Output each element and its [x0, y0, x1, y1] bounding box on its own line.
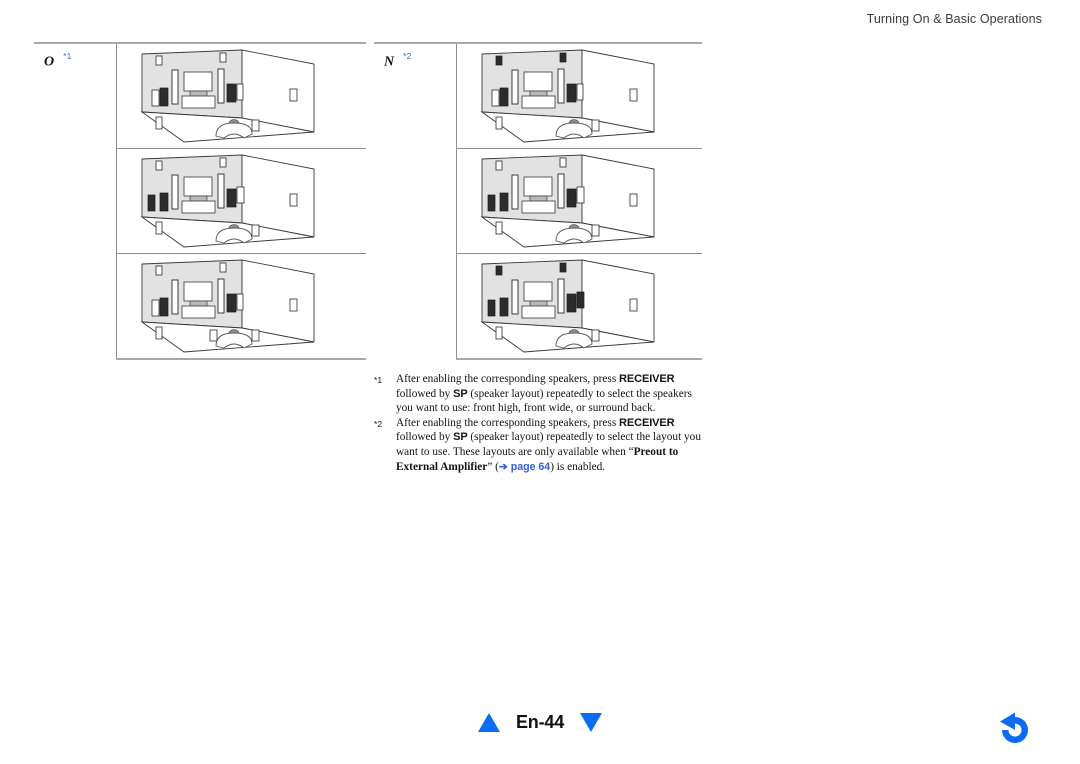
back-arrow-icon[interactable]	[986, 708, 1032, 753]
footnote-text-run: ) is enabled.	[550, 460, 606, 473]
diagram-cell	[456, 42, 702, 149]
page-number-label: En-44	[515, 712, 565, 732]
diagram-cell	[116, 42, 366, 149]
footnote-text-run: followed by	[396, 431, 454, 444]
button-name: SP	[453, 431, 468, 444]
diagram-cell	[116, 253, 366, 360]
button-name: RECEIVER	[619, 416, 675, 429]
diagram-cell	[456, 253, 702, 360]
room-speaker-layout-diagram	[139, 154, 314, 248]
layout-label-footnote-marker: *1	[63, 51, 72, 61]
room-speaker-layout-diagram	[479, 154, 654, 248]
triangle-down-icon[interactable]	[580, 713, 603, 732]
triangle-up-icon[interactable]	[477, 713, 500, 732]
footnote-2: *2 After enabling the corresponding spea…	[374, 416, 704, 474]
speaker-layout-table-left: O *1	[34, 42, 366, 360]
footnote-1: *1 After enabling the corresponding spea…	[374, 372, 704, 416]
layout-label-footnote-marker: *2	[403, 51, 412, 61]
speaker-layout-table-right: N *2	[374, 42, 702, 360]
footnote-text-run: followed by	[396, 387, 454, 400]
button-name: SP	[453, 387, 468, 400]
room-speaker-layout-diagram	[479, 259, 654, 353]
table-row: O *1	[34, 42, 366, 359]
footnotes-block: *1 After enabling the corresponding spea…	[374, 372, 704, 474]
footnote-text-run: After enabling the corresponding speaker…	[396, 373, 620, 385]
table-row: N *2	[374, 42, 702, 359]
page-footer: En-44	[0, 712, 1080, 746]
footnote-text: After enabling the corresponding speaker…	[396, 372, 704, 416]
room-speaker-layout-diagram	[479, 49, 654, 143]
running-header: Turning On & Basic Operations	[867, 12, 1042, 26]
footnote-text-run: After enabling the corresponding speaker…	[396, 416, 620, 429]
layout-label-cell-right: N *2	[374, 42, 457, 359]
layout-label-letter: N	[384, 54, 395, 70]
room-speaker-layout-diagram	[139, 259, 314, 353]
page-cross-reference-link[interactable]: ➔ page 64	[499, 461, 550, 473]
page-navigation: En-44	[477, 712, 603, 733]
footnote-text: After enabling the corresponding speaker…	[396, 416, 704, 474]
layout-label-cell-left: O *1	[34, 42, 117, 359]
footnote-marker: *2	[374, 418, 383, 429]
diagram-cell	[456, 148, 702, 254]
footnote-text-run: ” (	[487, 460, 499, 473]
button-name: RECEIVER	[619, 373, 675, 385]
diagram-cell	[116, 148, 366, 254]
layout-label-letter: O	[44, 54, 55, 70]
room-speaker-layout-diagram	[139, 49, 314, 143]
footnote-marker: *1	[374, 375, 383, 385]
running-header-title: Turning On & Basic Operations	[866, 12, 1042, 26]
